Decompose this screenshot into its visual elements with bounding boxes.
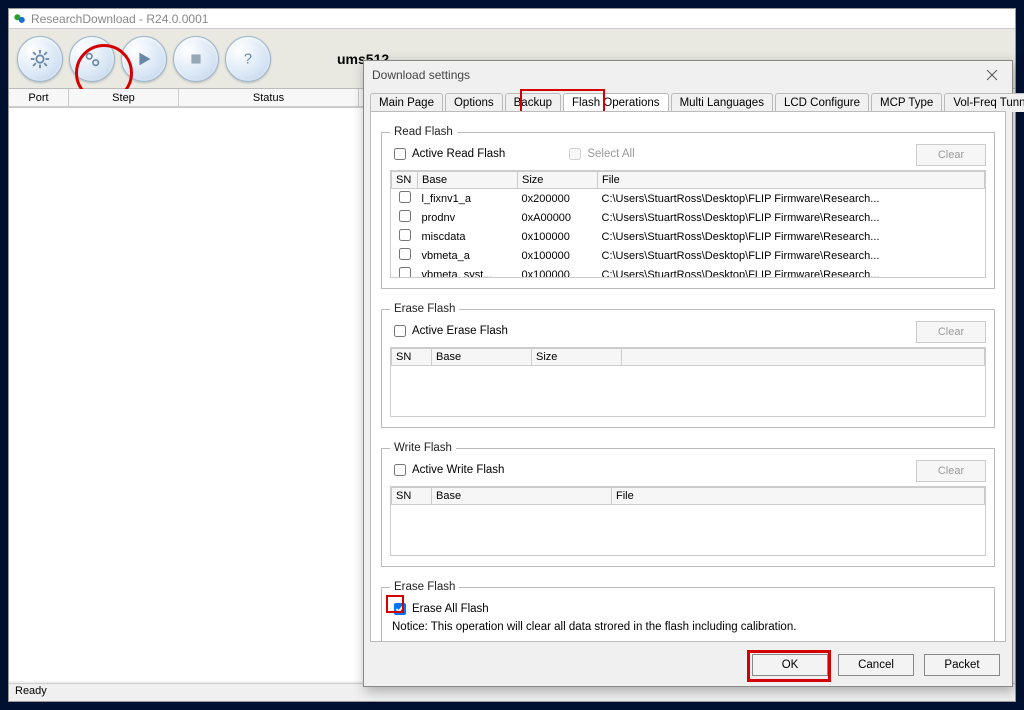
cell-base: prodnv — [418, 208, 518, 227]
ok-button[interactable]: OK — [752, 654, 828, 676]
read-col-file[interactable]: File — [598, 172, 985, 189]
select-all-checkbox — [569, 148, 581, 160]
tab-mcp-type[interactable]: MCP Type — [871, 93, 942, 112]
row-checkbox[interactable] — [399, 248, 411, 260]
row-checkbox[interactable] — [399, 267, 411, 278]
download-settings-dialog: Download settings Main Page Options Back… — [363, 60, 1013, 687]
active-erase-flash-checkbox[interactable] — [394, 325, 406, 337]
erase-all-checkbox[interactable] — [394, 603, 406, 615]
active-read-flash-label: Active Read Flash — [412, 148, 505, 160]
cell-file: C:\Users\StuartRoss\Desktop\FLIP Firmwar… — [598, 189, 985, 209]
tab-options[interactable]: Options — [445, 93, 503, 112]
table-row[interactable]: vbmeta_syst...0x100000C:\Users\StuartRos… — [392, 265, 985, 278]
tab-lcd-configure[interactable]: LCD Configure — [775, 93, 869, 112]
erase-all-notice: Notice: This operation will clear all da… — [392, 621, 984, 633]
tab-flash-operations[interactable]: Flash Operations — [563, 93, 669, 112]
erase-clear-button: Clear — [916, 321, 986, 343]
read-col-sn[interactable]: SN — [392, 172, 418, 189]
active-read-flash[interactable]: Active Read Flash — [394, 148, 505, 160]
app-icon — [13, 12, 27, 26]
cell-base: l_fixnv1_a — [418, 189, 518, 209]
dialog-title: Download settings — [372, 68, 470, 82]
erase-col-sn[interactable]: SN — [392, 349, 432, 366]
active-write-flash-label: Active Write Flash — [412, 464, 504, 476]
cell-base: vbmeta_a — [418, 246, 518, 265]
cell-file: C:\Users\StuartRoss\Desktop\FLIP Firmwar… — [598, 265, 985, 278]
cell-size: 0x200000 — [518, 189, 598, 209]
stop-button[interactable] — [173, 36, 219, 82]
cell-size: 0x100000 — [518, 227, 598, 246]
active-write-flash[interactable]: Active Write Flash — [394, 464, 504, 476]
write-col-sn[interactable]: SN — [392, 488, 432, 505]
settings-button[interactable] — [17, 36, 63, 82]
cell-base: miscdata — [418, 227, 518, 246]
erase-col-base[interactable]: Base — [432, 349, 532, 366]
write-flash-legend: Write Flash — [390, 442, 456, 454]
tab-main-page[interactable]: Main Page — [370, 93, 443, 112]
erase-all-label: Erase All Flash — [412, 603, 489, 615]
table-row[interactable]: prodnv0xA00000C:\Users\StuartRoss\Deskto… — [392, 208, 985, 227]
tab-backup[interactable]: Backup — [505, 93, 561, 112]
erase-flash-table: SN Base Size — [391, 348, 985, 366]
erase-all-flash[interactable]: Erase All Flash — [394, 603, 986, 615]
tab-multi-languages[interactable]: Multi Languages — [671, 93, 773, 112]
active-write-flash-checkbox[interactable] — [394, 464, 406, 476]
packet-button[interactable]: Packet — [924, 654, 1000, 676]
read-flash-table: SN Base Size File l_fixnv1_a0x200000C:\U… — [391, 171, 985, 278]
write-flash-table: SN Base File — [391, 487, 985, 505]
erase-all-group: Erase Flash Erase All Flash Notice: This… — [381, 581, 995, 642]
dialog-titlebar: Download settings — [364, 61, 1012, 89]
col-port[interactable]: Port — [9, 89, 69, 106]
row-checkbox[interactable] — [399, 229, 411, 241]
table-row[interactable]: vbmeta_a0x100000C:\Users\StuartRoss\Desk… — [392, 246, 985, 265]
write-flash-group: Write Flash Active Write Flash Clear SN … — [381, 442, 995, 567]
window-title: ResearchDownload - R24.0.0001 — [31, 12, 208, 26]
write-clear-button: Clear — [916, 460, 986, 482]
erase-all-legend: Erase Flash — [390, 581, 459, 593]
select-all: Select All — [569, 148, 634, 160]
cell-size: 0xA00000 — [518, 208, 598, 227]
cell-file: C:\Users\StuartRoss\Desktop\FLIP Firmwar… — [598, 227, 985, 246]
active-erase-flash-label: Active Erase Flash — [412, 325, 508, 337]
help-button[interactable]: ? — [225, 36, 271, 82]
table-row[interactable]: l_fixnv1_a0x200000C:\Users\StuartRoss\De… — [392, 189, 985, 209]
table-row[interactable]: miscdata0x100000C:\Users\StuartRoss\Desk… — [392, 227, 985, 246]
cell-file: C:\Users\StuartRoss\Desktop\FLIP Firmwar… — [598, 208, 985, 227]
dialog-buttons: OK Cancel Packet — [752, 654, 1000, 676]
erase-flash-group: Erase Flash Active Erase Flash Clear SN … — [381, 303, 995, 428]
read-col-size[interactable]: Size — [518, 172, 598, 189]
flash-operations-page: Read Flash Active Read Flash Select All … — [370, 111, 1006, 642]
col-status[interactable]: Status — [179, 89, 359, 106]
read-flash-group: Read Flash Active Read Flash Select All … — [381, 126, 995, 289]
select-all-label: Select All — [587, 148, 634, 160]
close-icon[interactable] — [980, 65, 1004, 85]
start-button[interactable] — [121, 36, 167, 82]
erase-flash-legend: Erase Flash — [390, 303, 459, 315]
cell-size: 0x100000 — [518, 246, 598, 265]
write-col-base[interactable]: Base — [432, 488, 612, 505]
status-text: Ready — [15, 685, 47, 697]
read-flash-legend: Read Flash — [390, 126, 457, 138]
active-erase-flash[interactable]: Active Erase Flash — [394, 325, 508, 337]
titlebar: ResearchDownload - R24.0.0001 — [9, 9, 1015, 29]
read-col-base[interactable]: Base — [418, 172, 518, 189]
tabbar: Main Page Options Backup Flash Operation… — [364, 89, 1012, 111]
svg-text:?: ? — [244, 51, 252, 67]
erase-col-size[interactable]: Size — [532, 349, 622, 366]
write-col-file[interactable]: File — [612, 488, 985, 505]
row-checkbox[interactable] — [399, 210, 411, 222]
cell-size: 0x100000 — [518, 265, 598, 278]
cell-base: vbmeta_syst... — [418, 265, 518, 278]
col-step[interactable]: Step — [69, 89, 179, 106]
read-clear-button: Clear — [916, 144, 986, 166]
row-checkbox[interactable] — [399, 191, 411, 203]
tab-vol-freq[interactable]: Vol-Freq Tunning — [944, 93, 1024, 112]
cell-file: C:\Users\StuartRoss\Desktop\FLIP Firmwar… — [598, 246, 985, 265]
gears-button[interactable] — [69, 36, 115, 82]
active-read-flash-checkbox[interactable] — [394, 148, 406, 160]
cancel-button[interactable]: Cancel — [838, 654, 914, 676]
